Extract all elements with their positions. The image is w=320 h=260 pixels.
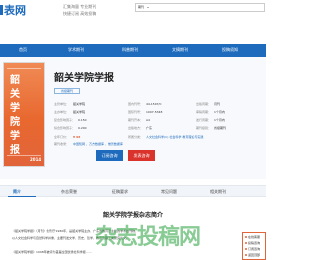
side-item-label: 投稿咨询 [248,241,261,245]
tab-intro[interactable]: 简介 [13,189,21,195]
subscribe-button[interactable]: 订阅咨询 [96,150,123,161]
info-value: 1个月内 [214,110,225,114]
category-link[interactable]: 人文社会科学(C) 社会科学 教育理论与实践 [146,135,203,139]
cover-decoration [7,68,41,69]
info-label: 综合影响因子： [54,126,76,130]
info-value: 广东 [146,126,153,130]
info-value: 韶关学院 [73,110,86,114]
cover-year: 2014 [30,157,42,162]
tab-related-journals[interactable]: 相关期刊 [210,189,226,195]
content-tabs: 简介 杂志荣誉 征稿要求 常见问题 相关期刊 [0,185,266,197]
slogan-line-1: 汇集海量 专业期刊 [63,4,97,9]
info-label: 期刊级别： [196,126,212,130]
tab-faq[interactable]: 常见问题 [161,189,177,195]
active-tab-indicator [8,196,36,197]
arrow-up-icon [245,254,247,256]
intro-title: 韶关学院学报杂志简介 [102,212,163,219]
nav-item-popular-science[interactable]: 科普期刊 [122,47,138,53]
tab-submission-requirements[interactable]: 征稿要求 [112,189,128,195]
chat-icon [245,236,247,238]
cover-title-char: 关 [10,89,20,100]
price-value: ¥ 98 [73,135,81,139]
search-input[interactable] [151,4,246,11]
intro-paragraph-line: 《韶关学院学报》1998年被评为首届全国优秀社科学报…… [12,250,92,254]
info-label: 主办单位： [54,110,70,114]
publish-button[interactable]: 发表咨询 [128,150,155,161]
cover-title-char: 韶 [10,75,20,86]
side-item-label: 订阅咨询 [248,247,261,251]
book-icon [245,248,247,250]
info-label: 发行周期： [196,118,212,122]
tab-honors[interactable]: 杂志荣誉 [61,189,77,195]
info-value: 0.200 [78,126,87,130]
journal-panel: 韶 关 学 院 学 报 2014 韶关学院学报 省级期刊 主管单位： 韶关学院 … [0,57,266,179]
side-item-label: 返回顶部 [248,253,261,257]
info-value: 1007-5348 [146,110,163,114]
nav-item-submission-guide[interactable]: 投稿须知 [222,47,238,53]
side-item-label: 在线客服 [248,235,261,239]
database-label: 期刊收录： [54,142,70,146]
edit-icon [245,242,247,244]
info-label: 国内刊号： [128,102,144,106]
category-label: 所属分类： [128,135,144,139]
side-item-online-service[interactable]: 在线客服 [245,235,260,239]
database-list: 中国知网 、万方数据库 、维普数据库 [73,142,123,146]
info-value: 省级期刊 [214,126,227,130]
site-header: 表网 汇集海量 专业期刊 快捷订阅 高效投稿 期刊 [0,0,266,24]
journal-level-badge: 省级期刊 [54,88,80,94]
info-value: 0.150 [78,118,87,122]
slogan-line-2: 快捷订阅 高效投稿 [63,11,97,16]
site-logo[interactable]: 表网 [0,2,26,18]
info-label: 主管单位： [54,102,70,106]
info-value: 月刊 [214,102,221,106]
chevron-down-icon[interactable] [147,7,149,8]
cover-title-char: 学 [10,131,20,142]
floating-service-panel: 在线客服 投稿咨询 订阅咨询 返回顶部 [242,232,266,260]
info-label: 国际刊号： [128,110,144,114]
info-value: 韶关学院 [73,102,86,106]
nav-item-academic[interactable]: 学术期刊 [68,47,84,53]
side-item-submission[interactable]: 投稿咨询 [245,241,260,245]
info-value: 1个月内 [214,118,225,122]
watermark: 杂志投稿网 [95,225,201,250]
journal-cover-image: 韶 关 学 院 学 报 2014 [3,62,45,167]
info-value: A4 [146,118,150,122]
nav-item-home[interactable]: 首页 [19,47,27,53]
cover-decoration [7,155,41,156]
info-label: 审稿周期： [196,110,212,114]
info-label: 出版周期： [196,102,212,106]
side-item-back-to-top[interactable]: 返回顶部 [245,253,260,257]
info-label: 复合影响因子： [54,118,76,122]
info-label: 期刊开本： [128,118,144,122]
search-box: 期刊 [135,3,265,12]
search-type-select[interactable]: 期刊 [138,5,144,9]
info-value: 44-1507/C [146,102,162,106]
cover-title-char: 报 [10,145,20,156]
cover-title-char: 院 [10,117,20,128]
main-nav: 首页 学术期刊 科普期刊 文摘期刊 投稿须知 [0,44,266,57]
price-label: 全年订价： [54,135,70,139]
cover-title-char: 学 [10,103,20,114]
nav-item-digest[interactable]: 文摘期刊 [172,47,188,53]
journal-title: 韶关学院学报 [54,73,114,84]
info-label: 出版地方： [128,126,144,130]
side-item-subscription[interactable]: 订阅咨询 [245,247,260,251]
